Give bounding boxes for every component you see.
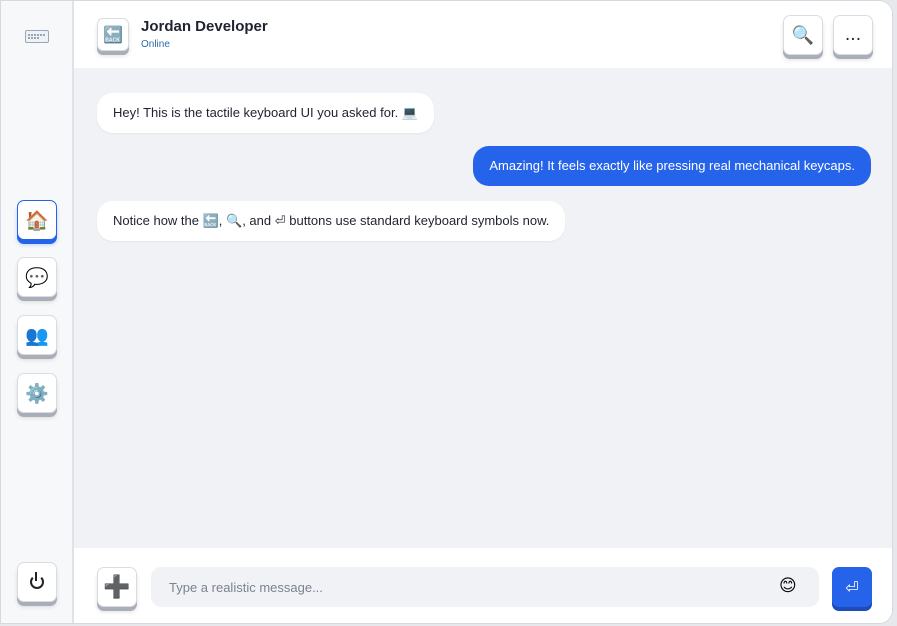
chat-icon: 💬 bbox=[25, 266, 49, 289]
chat-app-window: 🏠 💬 👥 ⚙️ 🔙 Jordan Developer Online 🔍 ...… bbox=[0, 0, 893, 624]
message-composer: ➕ 😊 ⏎ bbox=[74, 548, 892, 623]
more-icon: ... bbox=[844, 25, 862, 45]
emoji-icon[interactable]: 😊 bbox=[779, 576, 797, 596]
sidebar-item-contacts[interactable]: 👥 bbox=[17, 315, 57, 355]
plus-icon: ➕ bbox=[103, 574, 131, 600]
sidebar: 🏠 💬 👥 ⚙️ bbox=[1, 1, 74, 623]
message-bubble-incoming: Hey! This is the tactile keyboard UI you… bbox=[97, 93, 434, 133]
attach-button[interactable]: ➕ bbox=[97, 567, 137, 607]
contact-status: Online bbox=[141, 39, 170, 50]
back-icon: 🔙 bbox=[103, 25, 123, 44]
send-button[interactable]: ⏎ bbox=[832, 567, 872, 607]
back-button[interactable]: 🔙 bbox=[97, 18, 129, 51]
contact-name: Jordan Developer bbox=[141, 18, 268, 35]
search-icon: 🔍 bbox=[791, 24, 815, 46]
sidebar-item-chats[interactable]: 💬 bbox=[17, 257, 57, 297]
keyboard-icon bbox=[25, 30, 49, 43]
search-button[interactable]: 🔍 bbox=[783, 15, 823, 55]
enter-icon: ⏎ bbox=[845, 577, 859, 597]
home-icon: 🏠 bbox=[25, 209, 49, 232]
power-button[interactable] bbox=[17, 562, 57, 602]
more-options-button[interactable]: ... bbox=[833, 15, 873, 55]
message-input[interactable] bbox=[151, 567, 819, 607]
message-list: Hey! This is the tactile keyboard UI you… bbox=[74, 68, 892, 548]
settings-icon: ⚙️ bbox=[25, 382, 49, 405]
chat-header: 🔙 Jordan Developer Online 🔍 ... bbox=[74, 1, 892, 68]
users-icon: 👥 bbox=[25, 324, 49, 347]
sidebar-item-home[interactable]: 🏠 bbox=[17, 200, 57, 240]
sidebar-item-settings[interactable]: ⚙️ bbox=[17, 373, 57, 413]
power-icon bbox=[30, 572, 44, 589]
message-bubble-outgoing: Amazing! It feels exactly like pressing … bbox=[473, 146, 871, 186]
message-bubble-incoming: Notice how the 🔙, 🔍, and ⏎ buttons use s… bbox=[97, 201, 566, 241]
